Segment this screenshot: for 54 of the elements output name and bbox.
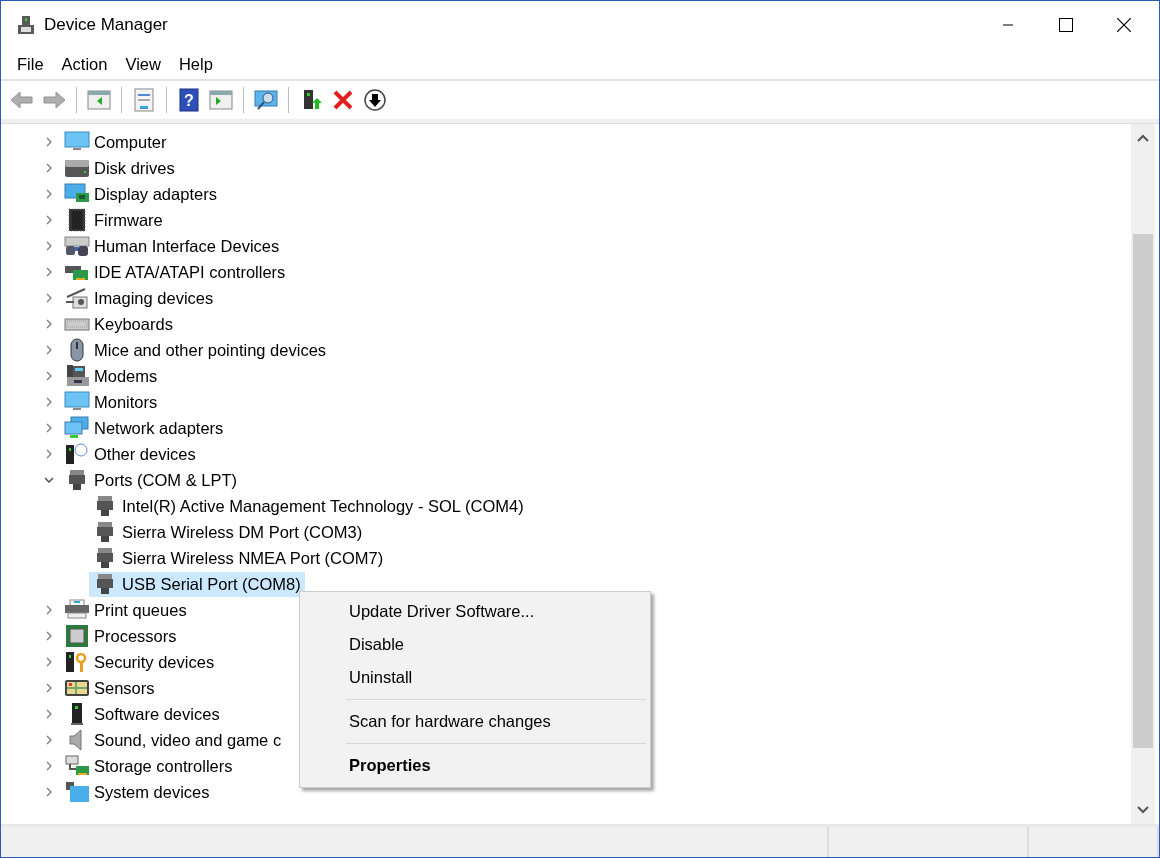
context-menu-item[interactable]: Properties [302,749,648,782]
properties-icon [131,87,157,113]
tree-item[interactable]: USB Serial Port (COM8) [89,571,305,597]
tree-item[interactable]: Human Interface Devices [64,233,284,259]
hid-icon [64,234,90,258]
tree-item[interactable]: Keyboards [64,311,177,337]
tree-item[interactable]: Sierra Wireless NMEA Port (COM7) [89,545,388,571]
menu-item[interactable]: View [116,54,170,74]
tree-item[interactable]: Other devices [64,441,200,467]
context-menu-item[interactable]: Disable [302,628,648,661]
cpu-icon [64,624,90,648]
app-icon [15,14,37,36]
tree-item[interactable]: Sound, video and game c [64,727,286,753]
vertical-scrollbar[interactable] [1131,124,1155,824]
tree-item[interactable]: Monitors [64,389,162,415]
storage-icon [64,754,90,778]
minimize-icon [1002,24,1014,26]
menu-item[interactable]: File [8,54,53,74]
tree-item[interactable]: Software devices [64,701,224,727]
scroll-thumb[interactable] [1133,234,1153,748]
tree-item[interactable]: Disk drives [64,155,179,181]
menu-item[interactable]: Help [169,54,222,74]
help-button[interactable]: ? [174,85,204,115]
tree-item[interactable]: Ports (COM & LPT) [64,467,241,493]
tree-item[interactable]: Security devices [64,649,219,675]
modem-icon [64,364,90,388]
view-pane-icon [208,87,234,113]
tree-item[interactable]: System devices [64,779,214,805]
tree-item[interactable]: Storage controllers [64,753,237,779]
camera-icon [64,286,90,310]
close-icon [1117,18,1131,32]
tree-item[interactable]: Sensors [64,675,159,701]
menu-item[interactable]: Action [52,54,117,74]
tree-item[interactable]: IDE ATA/ATAPI controllers [64,259,290,285]
tree-item[interactable]: Sierra Wireless DM Port (COM3) [89,519,367,545]
tree-item[interactable]: Modems [64,363,162,389]
context-menu-item[interactable]: Update Driver Software... [302,595,648,628]
show-hide-icon [86,87,112,113]
tree-item[interactable]: Mice and other pointing devices [64,337,331,363]
tree-item[interactable]: Print queues [64,597,191,623]
context-menu-item[interactable]: Uninstall [302,661,648,694]
tree-item[interactable]: Network adapters [64,415,228,441]
tree-item[interactable]: Display adapters [64,181,221,207]
tree-item[interactable]: Processors [64,623,181,649]
tree-item[interactable]: Intel(R) Active Management Technology - SOL (COM4) [89,493,528,519]
tree-item[interactable]: Firmware [64,207,167,233]
tree-item[interactable]: Imaging devices [64,285,218,311]
download-icon [362,87,388,113]
maximize-icon [1059,18,1073,32]
window-title: Device Manager [44,15,168,35]
network-icon [64,416,90,440]
printer-icon [64,598,90,622]
context-menu-item[interactable]: Scan for hardware changes [302,705,648,738]
tree-item[interactable]: Computer [64,129,171,155]
